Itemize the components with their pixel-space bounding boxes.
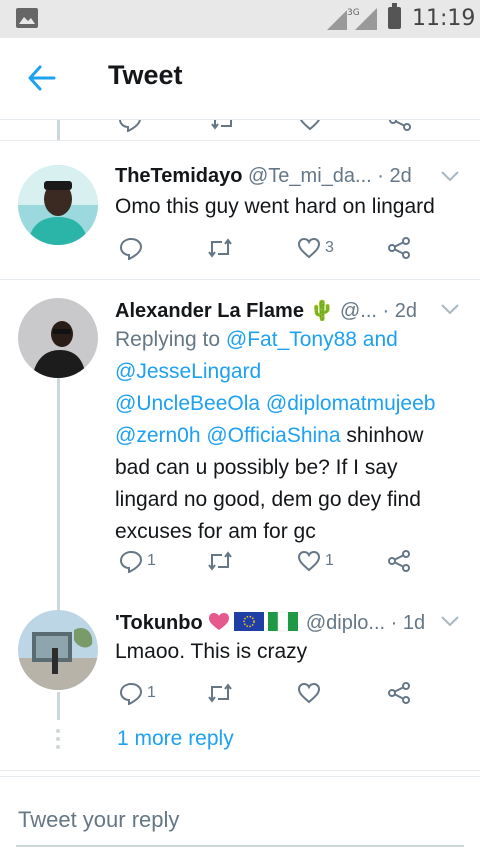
heart-eu-nigeria-emoji-icon [209,611,299,632]
reply-button[interactable]: 1 [119,678,156,708]
tweet-header: TheTemidayo @Te_mi_da... · 2d [115,165,412,188]
divider [0,770,480,771]
share-button[interactable] [387,678,411,708]
page-title: Tweet [108,60,183,90]
retweet-button[interactable] [207,678,237,708]
retweet-icon [208,238,232,258]
display-name[interactable]: Alexander La Flame 🌵 [115,300,334,322]
reply-input[interactable]: Tweet your reply [18,807,179,833]
like-button[interactable]: 3 [297,233,334,263]
chevron-down-icon[interactable] [440,169,460,183]
avatar[interactable] [18,298,98,378]
avatar[interactable] [18,610,98,690]
tweet-header: Alexander La Flame 🌵 @... · 2d [115,298,417,323]
reply-count: 1 [147,684,156,701]
status-bar: 3G 11:19 [0,0,480,38]
reply-icon [119,237,143,260]
retweet-button[interactable] [207,546,237,576]
display-name[interactable]: TheTemidayo [115,165,242,187]
thread-line [57,120,60,140]
retweet-icon[interactable] [210,120,236,132]
status-time: 11:19 [412,6,476,31]
tweet-actions: 1 [115,678,415,708]
share-icon [388,550,410,572]
tweet-time: · 2d [377,165,412,187]
like-icon[interactable] [298,120,322,132]
thread-dots [55,729,61,753]
tweet-time: · 2d [382,300,418,322]
tweet-text: Lmaoo. This is crazy [115,640,308,663]
signal-icon: 3G [327,8,377,30]
like-icon [297,682,321,704]
back-arrow-icon[interactable] [26,64,56,92]
like-icon [297,550,321,572]
user-handle: @... [340,300,377,322]
tweet-time: · 1d [390,612,426,634]
more-replies-link[interactable]: 1 more reply [117,727,234,751]
avatar[interactable] [18,165,98,245]
share-button[interactable] [387,546,411,576]
share-icon [388,237,410,259]
user-handle: @Te_mi_da... [248,165,372,187]
chevron-down-icon[interactable] [440,302,460,316]
tweet-item[interactable]: TheTemidayo @Te_mi_da... · 2d Omo this g… [0,141,480,279]
retweet-icon [208,551,232,571]
tweet-header: 'Tokunbo @diplo... · 1d [115,610,425,638]
image-notification-icon [16,8,38,28]
battery-icon [388,3,401,29]
share-button[interactable] [387,233,411,263]
reply-button[interactable]: 1 [119,546,156,576]
replying-to: Replying to @Fat_Tony88 and @JesseLingar… [115,324,415,388]
app-header: Tweet [0,38,480,120]
like-icon [297,237,321,259]
like-count: 3 [325,239,334,256]
reply-icon [119,550,143,573]
emoji-flags [208,610,300,638]
like-count: 1 [325,552,334,569]
tweet-item[interactable]: 'Tokunbo @diplo... · 1d Lmaoo. This is c… [0,598,480,718]
network-label: 3G [347,8,360,18]
reply-button[interactable] [119,233,147,263]
reply-count: 1 [147,552,156,569]
retweet-button[interactable] [207,233,237,263]
input-underline [16,845,464,847]
tweet-text: Omo this guy went hard on lingard [115,195,435,218]
share-icon [388,682,410,704]
retweet-icon [208,683,232,703]
reply-composer[interactable]: Tweet your reply [0,776,480,854]
like-button[interactable] [297,678,325,708]
chevron-down-icon[interactable] [440,614,460,628]
reply-icon [119,682,143,705]
tweet-text: @UncleBeeOla @diplomatmujeeb @zern0h @Of… [115,388,455,548]
share-icon[interactable] [388,120,412,132]
previous-tweet-actions [0,120,480,140]
tweet-item[interactable]: Alexander La Flame 🌵 @... · 2d Replying … [0,280,480,598]
display-name[interactable]: 'Tokunbo [115,612,203,634]
tweet-actions: 3 [115,233,415,263]
user-handle: @diplo... [305,612,386,634]
replying-to-prefix: Replying to [115,328,226,351]
tweet-actions: 1 1 [115,546,415,576]
like-button[interactable]: 1 [297,546,334,576]
reply-icon[interactable] [118,120,142,132]
